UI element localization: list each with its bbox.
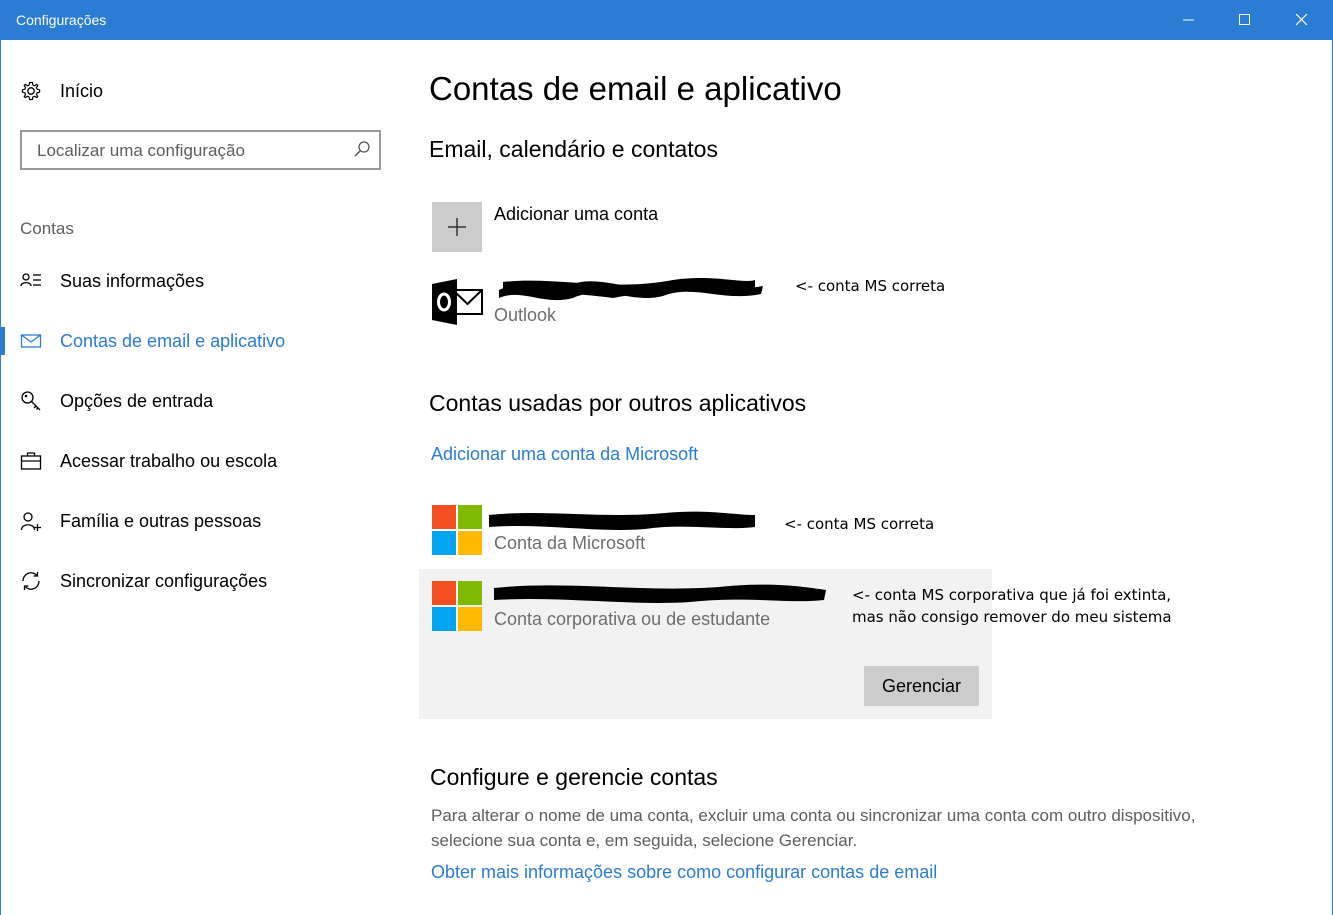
maximize-icon [1239, 14, 1250, 25]
email-section-heading: Email, calendário e contatos [429, 136, 718, 162]
microsoft-account-item[interactable] [432, 505, 482, 555]
title-bar: Configurações [0, 0, 1333, 40]
redacted-email-scribble [489, 511, 755, 530]
mail-icon [20, 334, 42, 348]
briefcase-icon [20, 452, 42, 470]
close-button[interactable] [1279, 0, 1325, 40]
redacted-email-scribble [499, 278, 763, 301]
sidebar-section-label: Contas [20, 219, 74, 238]
configure-description-line1: Para alterar o nome de uma conta, exclui… [431, 806, 1196, 825]
sidebar-item-contas-de-email[interactable]: Contas de email e aplicativo [0, 319, 400, 363]
configure-description-line2: selecione sua conta e, em seguida, selec… [431, 831, 858, 850]
add-account-label[interactable]: Adicionar uma conta [494, 204, 658, 225]
search-icon [354, 141, 370, 157]
search-placeholder: Localizar uma configuração [37, 141, 245, 160]
sidebar-item-label: Suas informações [60, 271, 205, 291]
window-title: Configurações [16, 12, 107, 28]
annotation-note: <- conta MS corporativa que já foi extin… [852, 586, 1172, 604]
gear-icon [21, 81, 41, 101]
outlook-icon [432, 279, 483, 325]
close-icon [1296, 14, 1308, 26]
sidebar-item-label: Acessar trabalho ou escola [60, 451, 278, 471]
sidebar-item-familia[interactable]: Família e outras pessoas [0, 499, 400, 543]
annotation-note: <- conta MS correta [795, 277, 946, 295]
sidebar-item-label: Família e outras pessoas [60, 511, 262, 531]
more-info-link[interactable]: Obter mais informações sobre como config… [431, 862, 937, 883]
sidebar-item-sincronizar[interactable]: Sincronizar configurações [0, 559, 400, 603]
sidebar-item-label: Contas de email e aplicativo [60, 331, 286, 351]
minimize-icon [1183, 19, 1194, 21]
plus-icon [448, 218, 466, 236]
add-person-icon [20, 512, 41, 531]
key-icon [21, 391, 41, 411]
account-type: Conta da Microsoft [494, 533, 646, 553]
manage-button[interactable]: Gerenciar [864, 666, 979, 706]
other-apps-heading: Contas usadas por outros aplicativos [429, 390, 807, 416]
active-indicator [0, 327, 5, 355]
annotation-note: mas não consigo remover do meu sistema [852, 608, 1172, 626]
minimize-button[interactable] [1166, 0, 1212, 40]
sidebar-item-opcoes-de-entrada[interactable]: Opções de entrada [0, 379, 400, 423]
microsoft-logo-icon [432, 581, 482, 631]
account-type: Conta corporativa ou de estudante [494, 609, 771, 629]
microsoft-logo-icon [432, 505, 482, 555]
maximize-button[interactable] [1222, 0, 1268, 40]
sidebar-item-label: Sincronizar configurações [60, 571, 268, 591]
redacted-email-scribble [494, 584, 826, 603]
add-microsoft-account-link[interactable]: Adicionar uma conta da Microsoft [431, 444, 698, 465]
sidebar-item-suas-informacoes[interactable]: Suas informações [0, 259, 400, 303]
home-nav-item[interactable]: Início [0, 69, 400, 113]
sidebar-item-label: Opções de entrada [60, 391, 214, 411]
annotation-note: <- conta MS correta [784, 515, 935, 533]
configure-section-heading: Configure e gerencie contas [430, 764, 718, 790]
user-info-icon [20, 273, 41, 287]
account-type: Outlook [494, 305, 557, 325]
search-input[interactable]: Localizar uma configuração [20, 130, 381, 170]
outlook-account-item[interactable] [431, 278, 483, 326]
page-title: Contas de email e aplicativo [429, 70, 842, 107]
add-account-button[interactable] [432, 202, 482, 252]
sidebar-item-acessar-trabalho[interactable]: Acessar trabalho ou escola [0, 439, 400, 483]
corporate-account-logo [432, 581, 482, 631]
home-label: Início [60, 81, 104, 101]
sync-icon [22, 572, 40, 590]
